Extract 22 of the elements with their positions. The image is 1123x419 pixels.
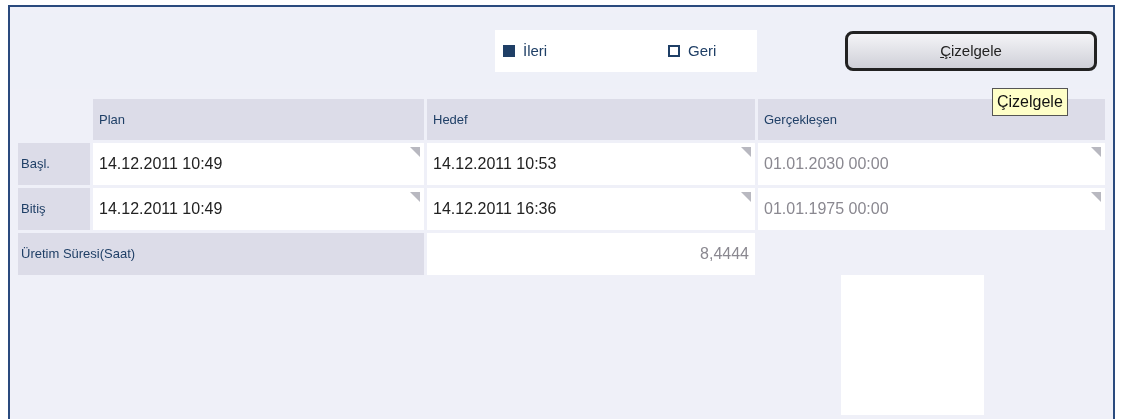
date-field[interactable]: 14.12.2011 10:49 — [93, 143, 424, 185]
corner-triangle-icon — [1091, 192, 1101, 202]
date-field[interactable]: 14.12.2011 16:36 — [427, 188, 755, 230]
corner-triangle-icon — [741, 147, 751, 157]
corner-triangle-icon — [410, 192, 420, 202]
corner-triangle-icon — [1091, 147, 1101, 157]
radio-option[interactable]: Geri — [668, 39, 717, 63]
column-header: Plan — [93, 99, 424, 140]
row-label: Bitiş — [18, 188, 90, 230]
corner-triangle-icon — [410, 147, 420, 157]
duration-value: 8,4444 — [427, 233, 755, 275]
column-header: Hedef — [427, 99, 755, 140]
row-label: Başl. — [18, 143, 90, 185]
date-field[interactable]: 14.12.2011 10:49 — [93, 188, 424, 230]
corner-triangle-icon — [741, 192, 751, 202]
date-field[interactable]: 14.12.2011 10:53 — [427, 143, 755, 185]
duration-label: Üretim Süresi(Saat) — [18, 233, 424, 275]
schedule-button[interactable]: Çizelgele — [845, 31, 1097, 71]
date-field: 01.01.2030 00:00 — [758, 143, 1105, 185]
tooltip: Çizelgele — [992, 88, 1068, 116]
radio-option[interactable]: İleri — [503, 39, 668, 63]
date-field: 01.01.1975 00:00 — [758, 188, 1105, 230]
